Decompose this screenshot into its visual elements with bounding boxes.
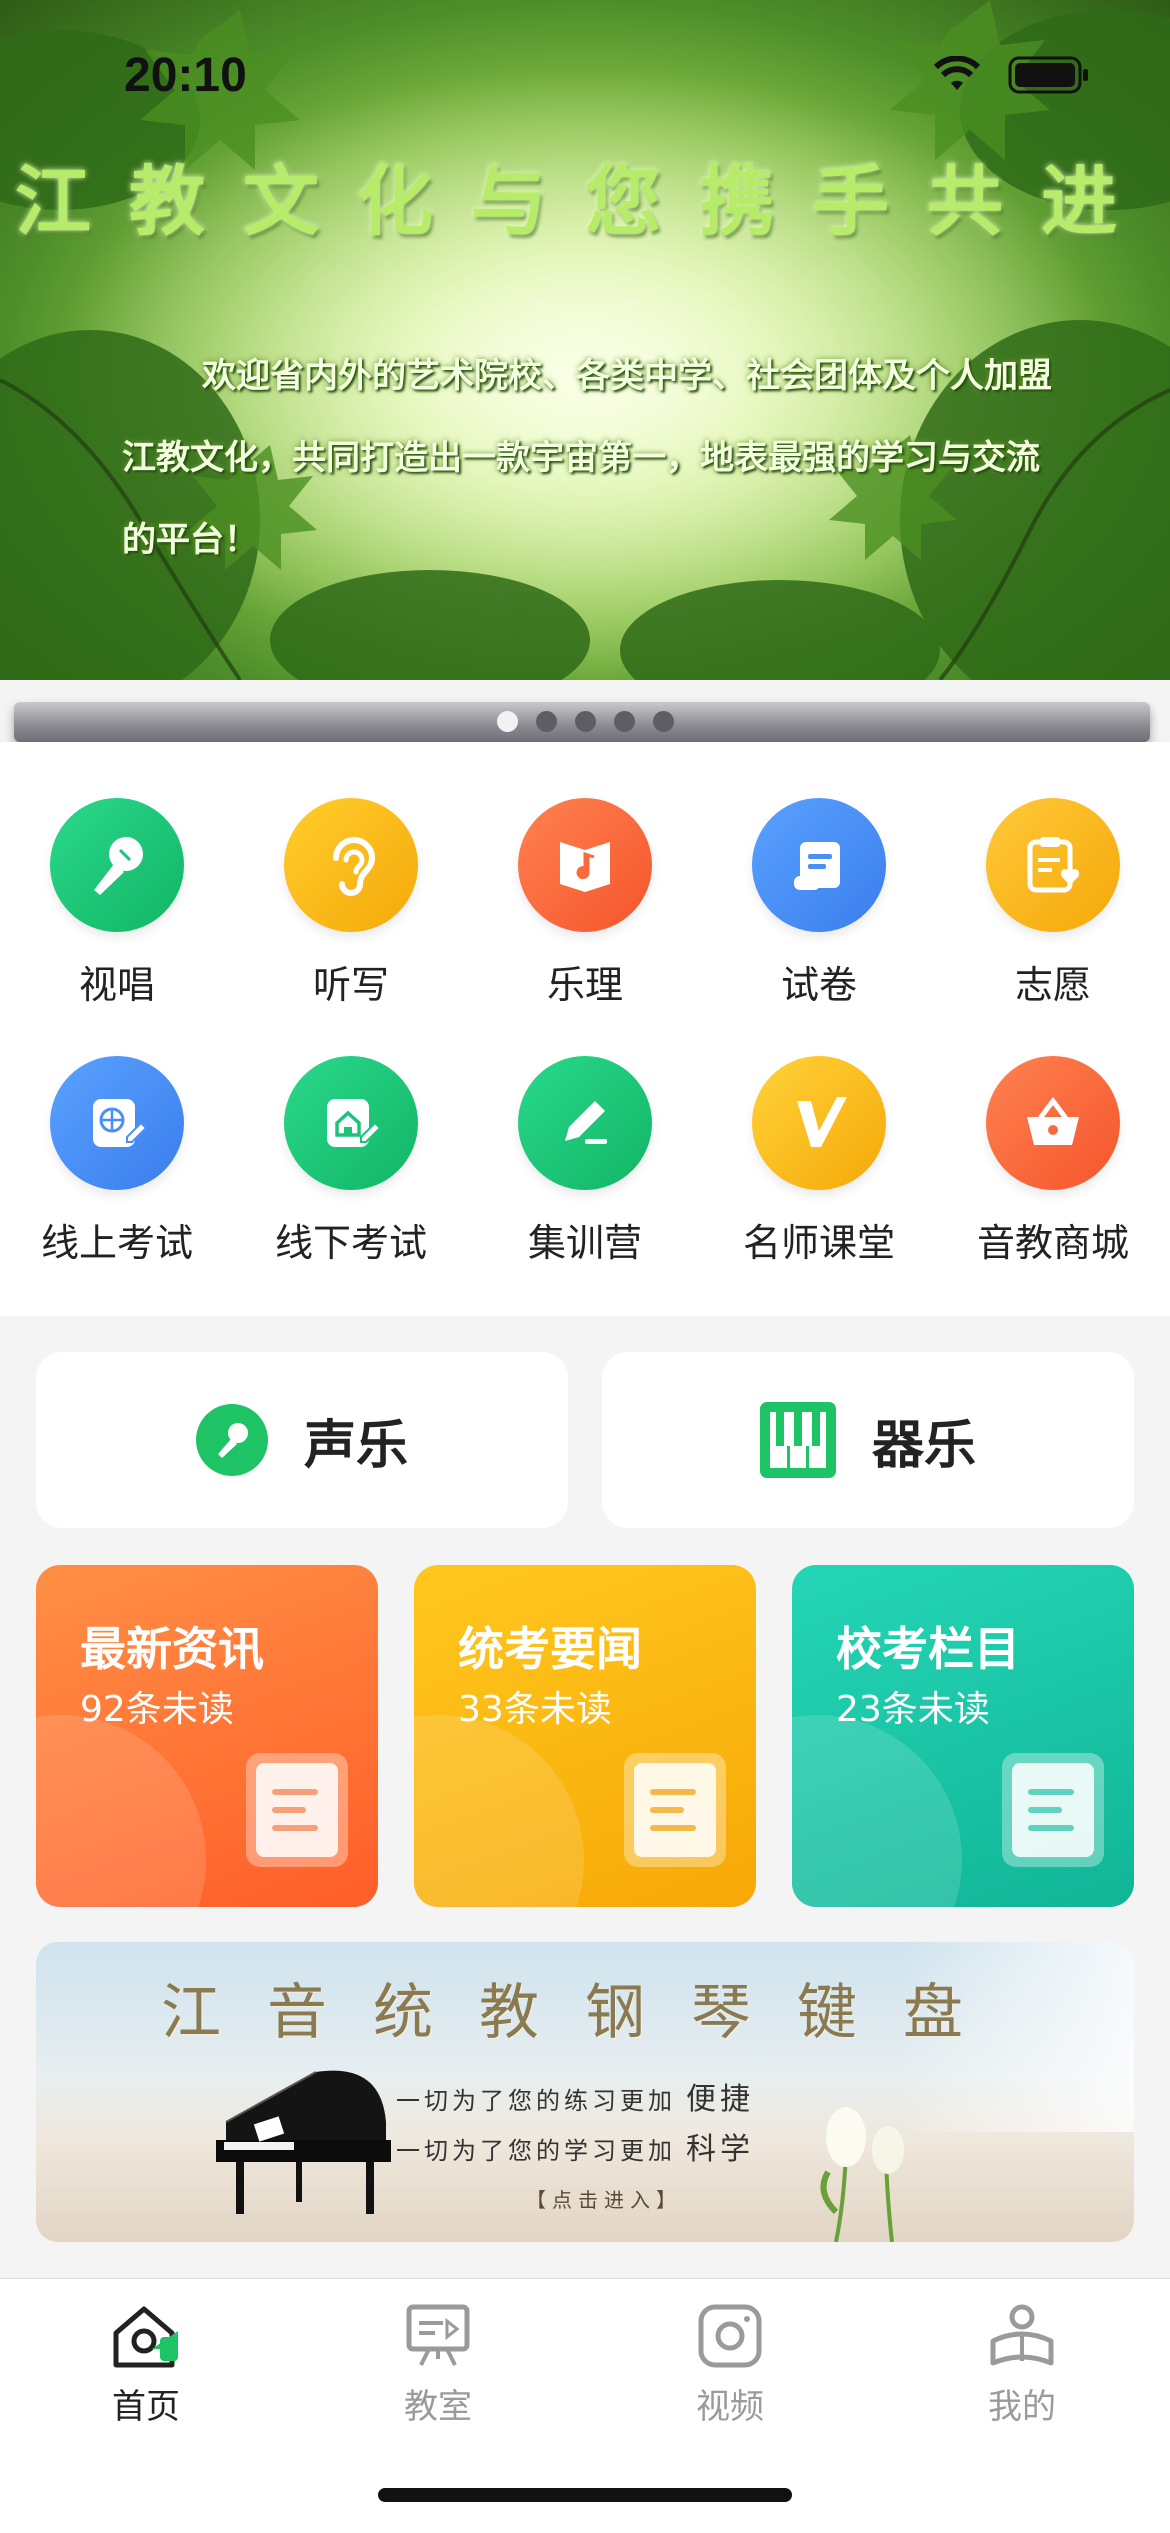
unread-count: 23条未读 bbox=[836, 1689, 990, 1730]
tulip-icon bbox=[820, 2107, 904, 2242]
banner-line-2: 一切为了您的学习更加 科学 bbox=[396, 2132, 754, 2167]
unread-count: 33条未读 bbox=[458, 1689, 612, 1730]
feature-circle bbox=[284, 798, 418, 932]
feature-label: 乐理 bbox=[546, 963, 623, 1007]
feature-label: 名师课堂 bbox=[742, 1221, 895, 1265]
hero-banner[interactable]: 20:10 江教文化与您携手共进 欢迎省内外的艺术院校、各类中学、社会团体及个人… bbox=[0, 0, 1170, 680]
grand-piano-icon bbox=[216, 2070, 391, 2214]
feature-zhiyuan[interactable]: 志愿 bbox=[936, 798, 1170, 1028]
hero-text: 欢迎省内外的艺术院校、各类中学、社会团体及个人加盟江教文化，共同打造出一款宇宙第… bbox=[122, 356, 1052, 560]
feature-grid: 视唱 听写 乐理 试卷 志愿 线上考试 线下考试 集训营 名师课堂 音教商城 bbox=[0, 742, 1170, 1316]
unread-count: 92条未读 bbox=[80, 1689, 234, 1730]
feature-circle bbox=[752, 798, 886, 932]
banner-line-1: 一切为了您的练习更加 便捷 bbox=[396, 2082, 754, 2117]
feature-circle bbox=[284, 1056, 418, 1190]
profile-icon bbox=[990, 2304, 1054, 2366]
instrument-button[interactable]: 器乐 bbox=[602, 1352, 1134, 1528]
tab-label: 我的 bbox=[988, 2387, 1056, 2427]
feature-training-camp[interactable]: 集训营 bbox=[468, 1056, 702, 1286]
tab-profile[interactable]: 我的 bbox=[876, 2301, 1168, 2431]
document-icon bbox=[1002, 1753, 1104, 1867]
feature-circle bbox=[986, 798, 1120, 932]
feature-circle bbox=[50, 1056, 184, 1190]
tab-classroom[interactable]: 教室 bbox=[292, 2301, 584, 2431]
news-card-school[interactable]: 校考栏目 23条未读 bbox=[792, 1565, 1134, 1907]
feature-label: 音教商城 bbox=[976, 1221, 1129, 1265]
card-decoration bbox=[36, 1715, 206, 1907]
feature-circle bbox=[518, 798, 652, 932]
news-card-latest[interactable]: 最新资讯 92条未读 bbox=[36, 1565, 378, 1907]
scroll-icon bbox=[794, 842, 840, 890]
clipboard-heart-icon bbox=[1027, 837, 1080, 893]
basket-icon bbox=[1027, 1096, 1079, 1145]
vocal-label: 声乐 bbox=[303, 1415, 408, 1476]
feature-yueli[interactable]: 乐理 bbox=[468, 798, 702, 1028]
tab-label: 教室 bbox=[404, 2387, 472, 2427]
feature-label: 志愿 bbox=[1014, 963, 1091, 1007]
carousel-dot[interactable] bbox=[496, 710, 518, 732]
news-title: 最新资讯 bbox=[80, 1622, 264, 1676]
feature-shijuan[interactable]: 试卷 bbox=[702, 798, 936, 1028]
feature-circle bbox=[518, 1056, 652, 1190]
card-decoration bbox=[792, 1715, 962, 1907]
tab-home[interactable]: 首页 bbox=[0, 2301, 292, 2431]
home-icon bbox=[113, 2306, 178, 2368]
feature-tingxie[interactable]: 听写 bbox=[234, 798, 468, 1028]
home-edit-icon bbox=[327, 1099, 382, 1147]
banner-enter-link[interactable]: 【点击进入】 bbox=[526, 2184, 682, 2213]
document-icon bbox=[624, 1753, 726, 1867]
feature-offline-exam[interactable]: 线下考试 bbox=[234, 1056, 468, 1286]
video-icon bbox=[698, 2304, 762, 2368]
feature-shichang[interactable]: 视唱 bbox=[0, 798, 234, 1028]
feature-label: 试卷 bbox=[780, 963, 857, 1007]
vocal-button[interactable]: 声乐 bbox=[36, 1352, 568, 1528]
news-title: 统考要闻 bbox=[458, 1622, 642, 1676]
feature-label: 线上考试 bbox=[40, 1221, 193, 1265]
piano-keyboard-banner[interactable]: 江音统教钢琴键盘 一切为了您的练习更加 便捷 一切为了您的学习更加 科学 【点击进入… bbox=[36, 1942, 1134, 2242]
classroom-icon bbox=[406, 2304, 470, 2366]
ear-icon bbox=[333, 837, 376, 896]
microphone-icon bbox=[94, 837, 143, 895]
carousel-dot[interactable] bbox=[652, 710, 674, 732]
carousel-dot[interactable] bbox=[613, 710, 635, 732]
carousel-dots[interactable] bbox=[0, 706, 1170, 736]
feature-circle bbox=[50, 798, 184, 932]
feature-music-mall[interactable]: 音教商城 bbox=[936, 1056, 1170, 1286]
feature-label: 听写 bbox=[312, 963, 389, 1007]
instrument-label: 器乐 bbox=[871, 1415, 976, 1476]
piano-keys-icon bbox=[759, 1402, 836, 1478]
tab-label: 首页 bbox=[112, 2387, 180, 2427]
carousel-dot[interactable] bbox=[574, 710, 596, 732]
tab-video[interactable]: 视频 bbox=[584, 2301, 876, 2431]
feature-label: 视唱 bbox=[78, 963, 155, 1007]
v-badge-icon bbox=[797, 1097, 847, 1147]
banner-title: 江音统教钢琴键盘 bbox=[161, 1978, 1009, 2048]
feature-label: 集训营 bbox=[527, 1221, 642, 1265]
card-decoration bbox=[414, 1715, 584, 1907]
pencil-icon bbox=[565, 1101, 607, 1144]
globe-edit-icon bbox=[93, 1099, 148, 1147]
feature-circle bbox=[986, 1056, 1120, 1190]
home-indicator bbox=[378, 2488, 792, 2502]
status-time: 20:10 bbox=[124, 49, 247, 102]
battery-icon bbox=[1008, 56, 1088, 94]
music-book-icon bbox=[560, 842, 610, 892]
tab-label: 视频 bbox=[696, 2387, 764, 2427]
feature-label: 线下考试 bbox=[274, 1221, 427, 1265]
news-title: 校考栏目 bbox=[836, 1622, 1020, 1676]
hero-title: 江教文化与您携手共进 bbox=[15, 157, 1155, 246]
wifi-icon bbox=[934, 56, 980, 90]
microphone-icon bbox=[195, 1404, 268, 1476]
news-card-exam[interactable]: 统考要闻 33条未读 bbox=[414, 1565, 756, 1907]
feature-online-exam[interactable]: 线上考试 bbox=[0, 1056, 234, 1286]
document-icon bbox=[246, 1753, 348, 1867]
feature-circle bbox=[752, 1056, 886, 1190]
carousel-dot[interactable] bbox=[535, 710, 557, 732]
feature-master-class[interactable]: 名师课堂 bbox=[702, 1056, 936, 1286]
